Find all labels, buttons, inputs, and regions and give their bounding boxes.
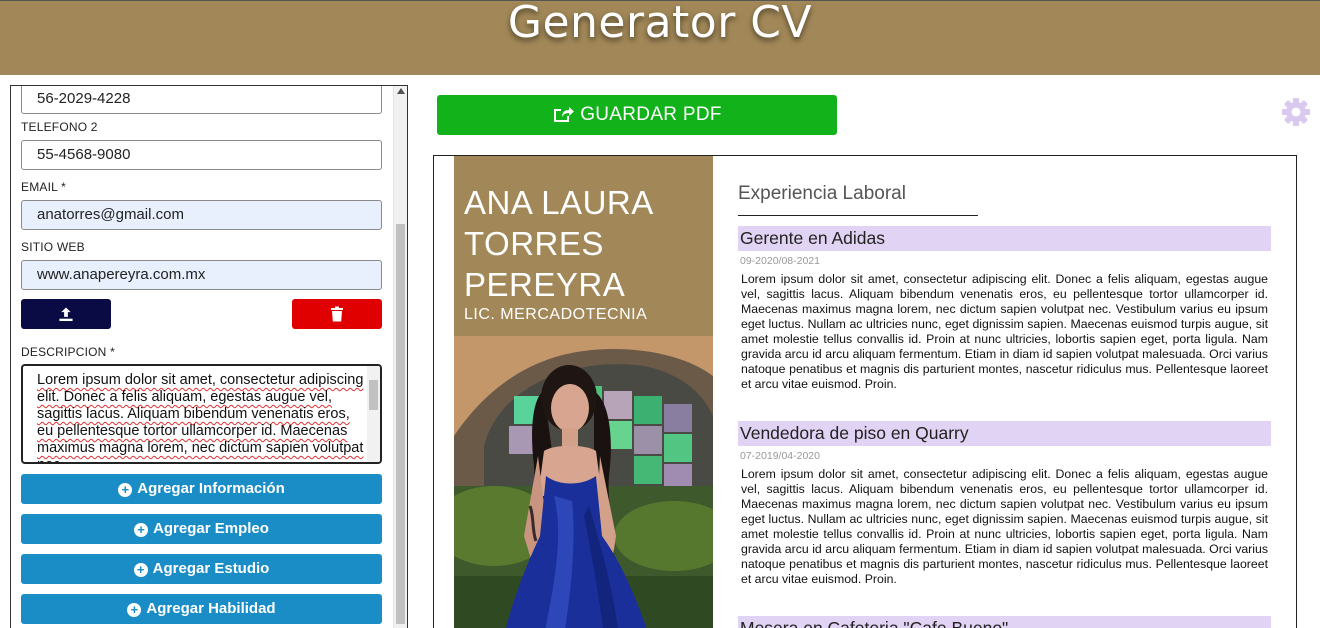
cv-degree: LIC. MERCADOTECNIA <box>464 306 648 323</box>
job-entry: Gerente en Adidas 09-2020/08-2021 Lorem … <box>738 226 1271 392</box>
add-skill-button[interactable]: + Agregar Habilidad <box>21 594 382 624</box>
phone2-input[interactable]: 55-4568-9080 <box>21 140 382 170</box>
plus-circle-icon: + <box>134 523 149 537</box>
form-scrollbar[interactable] <box>393 86 407 628</box>
job-entry: Vendedora de piso en Quarry 07-2019/04-2… <box>738 421 1271 587</box>
add-info-button[interactable]: + Agregar Información <box>21 474 382 504</box>
job-title: Vendedora de piso en Quarry <box>738 421 1271 446</box>
phone1-input[interactable]: 56-2029-4228 <box>21 86 382 114</box>
cv-preview: ANA LAURA TORRES PEREYRA LIC. MERCADOTEC… <box>433 155 1297 628</box>
description-label: DESCRIPCION * <box>21 345 115 359</box>
job-description: Lorem ipsum dolor sit amet, consectetur … <box>741 467 1268 586</box>
cv-form-panel: 56-2029-4228 TELEFONO 2 55-4568-9080 EMA… <box>10 85 408 628</box>
section-divider <box>738 215 978 216</box>
description-text: Lorem ipsum dolor sit amet, consectetur … <box>37 372 364 462</box>
email-label: EMAIL * <box>21 180 66 194</box>
cv-full-name: ANA LAURA TORRES PEREYRA <box>464 182 709 305</box>
website-input[interactable]: www.anapereyra.com.mx <box>21 260 382 290</box>
experience-section-title: Experiencia Laboral <box>738 183 906 204</box>
scroll-up-arrow-icon[interactable] <box>397 88 405 94</box>
plus-circle-icon: + <box>127 603 142 617</box>
share-icon <box>554 107 575 122</box>
job-title: Gerente en Adidas <box>738 226 1271 251</box>
cv-sidebar: ANA LAURA TORRES PEREYRA LIC. MERCADOTEC… <box>454 156 713 628</box>
plus-circle-icon: + <box>133 563 148 577</box>
cv-name-line: PEREYRA <box>464 266 626 303</box>
app-title: Generator CV <box>507 0 813 48</box>
add-job-button[interactable]: + Agregar Empleo <box>21 514 382 544</box>
delete-photo-button[interactable] <box>292 299 382 329</box>
upload-photo-button[interactable] <box>21 299 111 329</box>
scroll-thumb[interactable] <box>396 224 405 624</box>
email-input[interactable]: anatorres@gmail.com <box>21 200 382 230</box>
cv-profile-photo <box>454 336 713 628</box>
save-pdf-button[interactable]: GUARDAR PDF <box>437 95 837 135</box>
upload-icon <box>59 307 73 322</box>
add-study-button[interactable]: + Agregar Estudio <box>21 554 382 584</box>
phone2-label: TELEFONO 2 <box>21 120 98 134</box>
job-dates: 07-2019/04-2020 <box>740 450 820 462</box>
job-description: Lorem ipsum dolor sit amet, consectetur … <box>741 272 1268 391</box>
cv-name-line: TORRES <box>464 225 604 262</box>
description-textarea[interactable]: Lorem ipsum dolor sit amet, consectetur … <box>21 364 382 464</box>
cv-name-line: ANA LAURA <box>464 184 654 221</box>
settings-button[interactable] <box>1281 97 1311 132</box>
trash-icon <box>331 306 343 322</box>
website-label: SITIO WEB <box>21 240 85 254</box>
job-entry: Mesera en Cafeteria "Cafe Bueno" <box>738 616 1271 628</box>
job-dates: 09-2020/08-2021 <box>740 255 820 267</box>
app-header: Generator CV <box>0 0 1320 75</box>
plus-circle-icon: + <box>118 483 133 497</box>
job-title: Mesera en Cafeteria "Cafe Bueno" <box>738 616 1271 628</box>
textarea-scrollbar[interactable] <box>367 366 380 462</box>
gear-icon <box>1282 98 1310 126</box>
